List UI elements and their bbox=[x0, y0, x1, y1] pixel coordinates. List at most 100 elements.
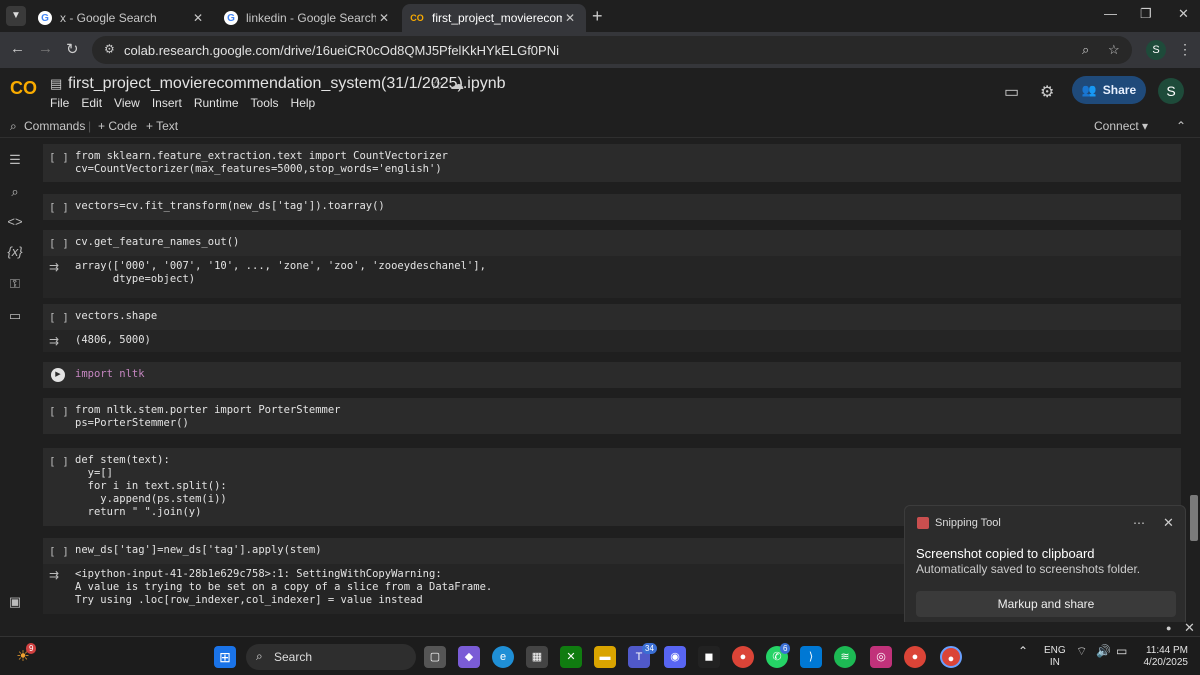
files-folder-icon[interactable]: ▭ bbox=[7, 308, 23, 324]
share-button[interactable]: 👥 Share bbox=[1072, 76, 1146, 104]
xbox-icon[interactable]: ✕ bbox=[560, 646, 582, 668]
cell-output: ⇉ array(['000', '007', '10', ..., 'zone'… bbox=[43, 256, 1181, 298]
reload-icon[interactable]: ↻ bbox=[66, 40, 79, 58]
minimize-icon[interactable]: — bbox=[1104, 6, 1117, 21]
code-cell[interactable]: [ ] cv.get_feature_names_out() bbox=[43, 230, 1181, 256]
tray-overflow-icon[interactable]: ⌃ bbox=[1018, 645, 1028, 657]
run-cell-bracket[interactable]: [ ] bbox=[49, 405, 69, 418]
secrets-key-icon[interactable]: ⚿ bbox=[7, 276, 23, 292]
battery-icon[interactable]: ▭ bbox=[1116, 645, 1127, 657]
run-cell-bracket[interactable]: [ ] bbox=[49, 151, 69, 164]
wifi-icon[interactable]: ⌔ bbox=[1076, 645, 1087, 657]
run-cell-bracket[interactable]: [ ] bbox=[49, 455, 69, 468]
markup-and-share-button[interactable]: Markup and share bbox=[916, 591, 1176, 617]
store-icon[interactable]: ▦ bbox=[526, 646, 548, 668]
edge-icon[interactable]: e bbox=[492, 646, 514, 668]
app-icon[interactable]: ◎ bbox=[870, 646, 892, 668]
notebook-scrollbar[interactable] bbox=[1190, 495, 1198, 541]
cell-code[interactable]: import nltk bbox=[75, 368, 145, 381]
menu-view[interactable]: View bbox=[114, 96, 140, 110]
discord-icon[interactable]: ◉ bbox=[664, 646, 686, 668]
zoom-search-icon[interactable]: ⌕ bbox=[1082, 42, 1089, 58]
connect-button[interactable]: Connect bbox=[1094, 119, 1139, 133]
close-window-icon[interactable]: ✕ bbox=[1178, 6, 1189, 22]
strip-close-icon[interactable]: ✕ bbox=[1184, 620, 1195, 636]
new-tab-icon[interactable]: + bbox=[592, 6, 603, 27]
tab-search-dropdown-icon[interactable]: ▼ bbox=[6, 6, 26, 26]
menu-edit[interactable]: Edit bbox=[81, 96, 102, 110]
notification-more-icon[interactable]: ⋯ bbox=[1133, 516, 1145, 530]
cell-code[interactable]: new_ds['tag']=new_ds['tag'].apply(stem) bbox=[75, 544, 322, 557]
connect-dropdown-icon[interactable]: ▾ bbox=[1142, 119, 1148, 133]
cell-code[interactable]: from sklearn.feature_extraction.text imp… bbox=[75, 150, 448, 176]
find-replace-icon[interactable]: ⌕ bbox=[7, 184, 23, 200]
code-cell[interactable]: ▶ import nltk bbox=[43, 362, 1181, 388]
output-toggle-icon[interactable]: ⇉ bbox=[49, 260, 59, 274]
taskbar-search[interactable]: ⌕ Search bbox=[246, 644, 416, 670]
spotify-icon[interactable]: ≋ bbox=[834, 646, 856, 668]
run-cell-bracket[interactable]: [ ] bbox=[49, 237, 69, 250]
volume-icon[interactable]: 🔊 bbox=[1096, 645, 1111, 657]
code-cell[interactable]: [ ] vectors=cv.fit_transform(new_ds['tag… bbox=[43, 194, 1181, 220]
back-icon[interactable]: ← bbox=[10, 40, 25, 57]
tab-close-icon[interactable]: ✕ bbox=[190, 11, 206, 25]
status-dot-icon: ● bbox=[1166, 623, 1172, 633]
cell-code[interactable]: vectors.shape bbox=[75, 310, 157, 323]
browser-menu-icon[interactable]: ⋮ bbox=[1178, 41, 1192, 58]
browser-tab-x-search[interactable]: G x - Google Search ✕ bbox=[30, 4, 214, 32]
bookmark-star-icon[interactable]: ☆ bbox=[1108, 42, 1120, 58]
forward-icon[interactable]: → bbox=[38, 40, 53, 57]
notification-close-icon[interactable]: ✕ bbox=[1163, 515, 1174, 531]
colab-logo[interactable]: CO bbox=[10, 78, 37, 99]
profile-avatar[interactable]: S bbox=[1146, 40, 1166, 60]
clock[interactable]: 11:44 PM 4/20/2025 bbox=[1138, 645, 1189, 669]
epic-games-icon[interactable]: ◼ bbox=[698, 646, 720, 668]
code-snippets-icon[interactable]: <> bbox=[7, 214, 23, 229]
commands-button[interactable]: Commands bbox=[24, 119, 85, 133]
run-cell-bracket[interactable]: [ ] bbox=[49, 311, 69, 324]
settings-gear-icon[interactable]: ⚙ bbox=[1040, 82, 1054, 102]
star-icon[interactable]: ☆ bbox=[430, 76, 443, 93]
copilot-icon[interactable]: ◆ bbox=[458, 646, 480, 668]
menu-insert[interactable]: Insert bbox=[152, 96, 182, 110]
browser-tab-linkedin-search[interactable]: G linkedin - Google Search ✕ bbox=[216, 4, 400, 32]
menu-runtime[interactable]: Runtime bbox=[194, 96, 239, 110]
windows-start-icon[interactable]: ⊞ bbox=[214, 646, 236, 668]
menu-file[interactable]: File bbox=[50, 96, 69, 110]
browser-tab-colab[interactable]: CO first_project_movierecommend ✕ bbox=[402, 4, 586, 32]
restore-icon[interactable]: ❐ bbox=[1140, 6, 1152, 22]
collapse-header-icon[interactable]: ⌃ bbox=[1176, 119, 1186, 133]
code-cell[interactable]: [ ] from nltk.stem.porter import PorterS… bbox=[43, 398, 1181, 434]
menu-help[interactable]: Help bbox=[291, 96, 316, 110]
table-of-contents-icon[interactable]: ☰ bbox=[7, 152, 23, 168]
user-avatar[interactable]: S bbox=[1158, 78, 1184, 104]
vscode-icon[interactable]: ⟩ bbox=[800, 646, 822, 668]
chrome-profile-icon[interactable]: ● bbox=[904, 646, 926, 668]
add-text-button[interactable]: + Text bbox=[146, 119, 178, 133]
omnibox[interactable]: ⚙ colab.research.google.com/drive/16ueiC… bbox=[92, 36, 1132, 64]
tab-close-icon[interactable]: ✕ bbox=[376, 11, 392, 25]
comments-icon[interactable]: ▭ bbox=[1004, 82, 1019, 102]
variables-icon[interactable]: {x} bbox=[7, 244, 23, 259]
run-cell-icon[interactable]: ▶ bbox=[51, 368, 65, 382]
chrome-icon[interactable]: ● bbox=[732, 646, 754, 668]
cell-code[interactable]: cv.get_feature_names_out() bbox=[75, 236, 239, 249]
language-indicator[interactable]: ENG IN bbox=[1044, 645, 1066, 669]
chrome-active-icon[interactable]: ● bbox=[940, 646, 962, 668]
menu-tools[interactable]: Tools bbox=[251, 96, 279, 110]
run-cell-bracket[interactable]: [ ] bbox=[49, 545, 69, 558]
run-cell-bracket[interactable]: [ ] bbox=[49, 201, 69, 214]
terminal-icon[interactable]: ▣ bbox=[7, 594, 23, 610]
output-toggle-icon[interactable]: ⇉ bbox=[49, 568, 59, 582]
cell-code[interactable]: def stem(text): y=[] for i in text.split… bbox=[75, 454, 227, 519]
file-explorer-icon[interactable]: ▬ bbox=[594, 646, 616, 668]
code-cell[interactable]: [ ] vectors.shape bbox=[43, 304, 1181, 330]
task-view-icon[interactable]: ▢ bbox=[424, 646, 446, 668]
add-code-button[interactable]: + Code bbox=[98, 119, 137, 133]
cell-code[interactable]: vectors=cv.fit_transform(new_ds['tag']).… bbox=[75, 200, 385, 213]
code-cell[interactable]: [ ] from sklearn.feature_extraction.text… bbox=[43, 144, 1181, 182]
tab-close-icon[interactable]: ✕ bbox=[562, 11, 578, 25]
cell-code[interactable]: from nltk.stem.porter import PorterStemm… bbox=[75, 404, 341, 430]
output-toggle-icon[interactable]: ⇉ bbox=[49, 334, 59, 348]
site-settings-icon[interactable]: ⚙ bbox=[104, 42, 115, 56]
